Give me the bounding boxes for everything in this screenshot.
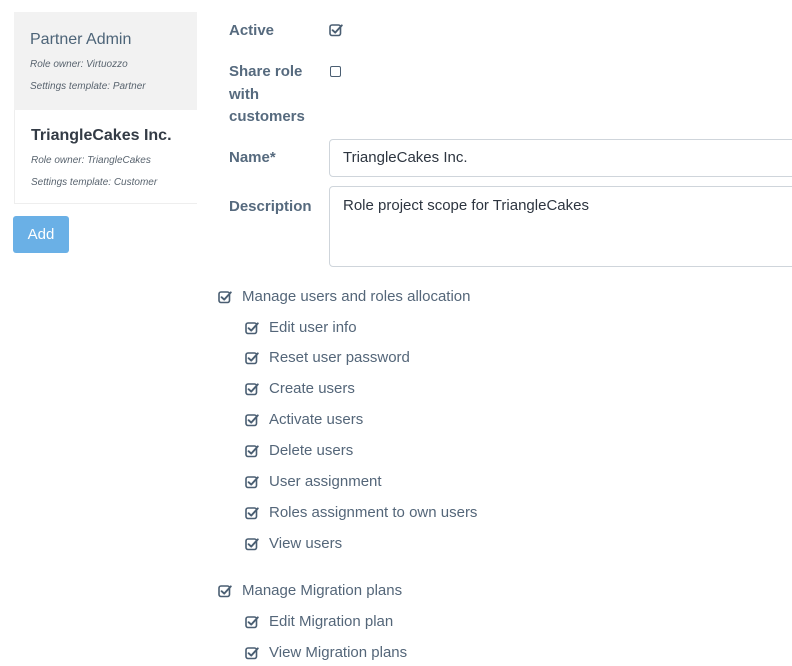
description-label: Description (229, 198, 312, 215)
share-role-label-line1: Share role (229, 63, 303, 80)
description-field[interactable]: Role project scope for TriangleCakes (329, 186, 792, 267)
checkbox-checked-icon[interactable] (245, 382, 259, 396)
checkbox-checked-icon[interactable] (245, 444, 259, 458)
role-settings-template: Settings template: Customer (31, 177, 158, 188)
checkbox-checked-icon[interactable] (245, 646, 259, 660)
permission-label: Reset user password (269, 349, 410, 366)
role-settings-template: Settings template: Partner (30, 81, 146, 92)
permission-label: View users (269, 535, 343, 552)
permission-label: Activate users (269, 411, 364, 428)
name-field[interactable]: TriangleCakes Inc. (329, 139, 792, 177)
permission-label: Edit Migration plan (269, 613, 394, 630)
checkbox-checked-icon[interactable] (245, 321, 259, 335)
checkbox-checked-icon[interactable] (245, 475, 259, 489)
share-role-checkbox[interactable] (330, 66, 341, 77)
permission-label: Edit user info (269, 319, 357, 336)
checkbox-checked-icon[interactable] (245, 351, 259, 365)
role-owner: Role owner: TriangleCakes (31, 155, 151, 166)
role-owner: Role owner: Virtuozzo (30, 59, 128, 70)
checkbox-checked-icon[interactable] (245, 537, 259, 551)
permission-label: Create users (269, 380, 355, 397)
add-role-button[interactable]: Add (13, 216, 69, 253)
active-label: Active (229, 22, 275, 39)
checkbox-checked-icon[interactable] (245, 413, 259, 427)
permission-label: Manage Migration plans (242, 582, 403, 599)
role-title: TriangleCakes Inc. (31, 127, 172, 144)
permission-label: User assignment (269, 473, 382, 490)
checkbox-checked-icon[interactable] (245, 506, 259, 520)
permission-label: Roles assignment to own users (269, 504, 478, 521)
share-role-label-line2: with (229, 86, 259, 103)
checkbox-checked-icon[interactable] (218, 584, 232, 598)
checkbox-checked-icon[interactable] (245, 615, 259, 629)
role-title: Partner Admin (30, 31, 132, 48)
permission-label: View Migration plans (269, 644, 408, 661)
share-role-label-line3: customers (229, 108, 305, 125)
permission-label: Manage users and roles allocation (242, 288, 471, 305)
permission-label: Delete users (269, 442, 354, 459)
role-card-trianglecakes[interactable]: TriangleCakes Inc. Role owner: TriangleC… (14, 110, 197, 204)
checkbox-checked-icon[interactable] (218, 290, 232, 304)
active-checkbox-checked-icon[interactable] (329, 23, 343, 37)
name-label: Name* (229, 149, 276, 166)
role-card-partner-admin[interactable]: Partner Admin Role owner: Virtuozzo Sett… (14, 12, 197, 110)
